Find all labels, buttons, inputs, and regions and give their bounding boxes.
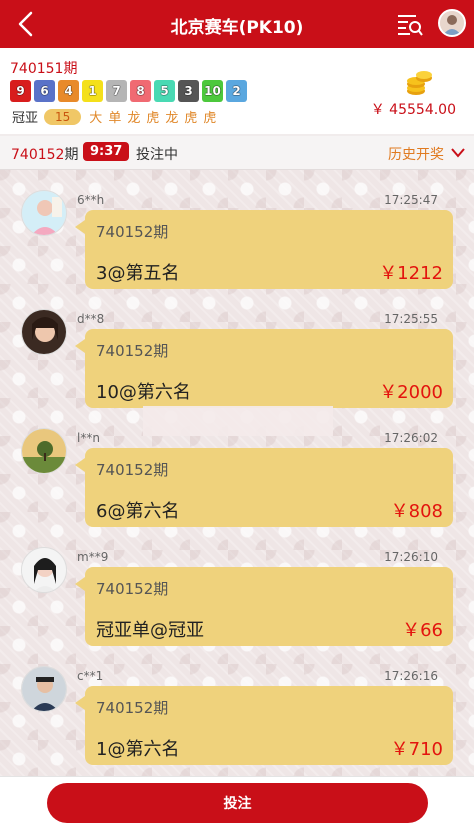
username: l**n: [77, 431, 100, 445]
username: m**9: [77, 550, 109, 564]
message-time: 17:25:47: [384, 193, 438, 207]
result-tag: 龙: [165, 111, 179, 126]
bet-amount: ￥808: [390, 501, 443, 522]
bet-amount: ￥66: [402, 620, 443, 641]
user-avatar[interactable]: [21, 190, 67, 236]
user-avatar[interactable]: [21, 428, 67, 474]
bet-amount: ￥1212: [379, 263, 443, 284]
result-tag: 大: [89, 111, 103, 126]
top-nav-bar: 北京赛车(PK10): [0, 0, 474, 48]
chat-message: 6**h 17:25:47 740152期 3@第五名 ￥1212: [0, 170, 474, 289]
bet-bubble: 740152期 10@第六名 ￥2000: [75, 329, 453, 408]
result-tags: 大 单 龙 虎 龙 虎 虎: [89, 107, 216, 126]
result-balls: 9 6 4 1 7 8 5 3 10 2: [10, 80, 247, 102]
message-time: 17:26:16: [384, 669, 438, 683]
username: d**8: [77, 312, 105, 326]
coins-icon: [407, 71, 432, 95]
bet-content: 冠亚单@冠亚: [96, 620, 204, 641]
bet-bubble: 740152期 3@第五名 ￥1212: [75, 210, 453, 289]
user-avatar[interactable]: [21, 547, 67, 593]
bet-content: 3@第五名: [96, 263, 180, 284]
bet-bubble: 740152期 冠亚单@冠亚 ￥66: [75, 567, 453, 646]
result-ball: 5: [154, 80, 175, 102]
bet-amount: ￥2000: [379, 382, 443, 403]
betting-status: 投注中: [136, 147, 178, 163]
stats-label: 冠亚: [12, 111, 39, 126]
bet-period: 740152期: [96, 342, 169, 360]
current-period-bar: 740152期 9:37 投注中 历史开奖: [0, 136, 474, 170]
result-tag: 虎: [184, 111, 198, 126]
user-avatar[interactable]: [21, 666, 67, 712]
username: c**1: [77, 669, 104, 683]
list-search-icon[interactable]: [396, 11, 424, 37]
sum-badge: 15: [44, 108, 82, 125]
result-tag: 虎: [203, 111, 217, 126]
bet-button[interactable]: 投注: [47, 783, 428, 823]
result-ball: 3: [178, 80, 199, 102]
history-link[interactable]: 历史开奖: [388, 144, 444, 164]
balance: ￥ 45554.00: [370, 102, 456, 118]
bet-content: 1@第六名: [96, 739, 180, 760]
result-ball: 6: [34, 80, 55, 102]
bet-chat-feed[interactable]: 6**h 17:25:47 740152期 3@第五名 ￥1212 d**8 1…: [0, 170, 474, 776]
footer-bar: 投注: [0, 776, 474, 826]
bet-period: 740152期: [96, 580, 169, 598]
chat-message: c**1 17:26:16 740152期 1@第六名 ￥710: [0, 646, 474, 765]
result-ball: 9: [10, 80, 31, 102]
result-ball: 7: [106, 80, 127, 102]
bet-amount: ￥710: [390, 739, 443, 760]
user-avatar[interactable]: [21, 309, 67, 355]
result-ball: 1: [82, 80, 103, 102]
bet-bubble: 740152期 6@第六名 ￥808: [75, 448, 453, 527]
result-ball: 4: [58, 80, 79, 102]
message-time: 17:26:10: [384, 550, 438, 564]
countdown-timer: 9:37: [83, 142, 130, 161]
message-time: 17:25:55: [384, 312, 438, 326]
result-tag: 虎: [146, 111, 160, 126]
avatar[interactable]: [438, 9, 466, 37]
chat-message: d**8 17:25:55 740152期 10@第六名 ￥2000: [0, 289, 474, 408]
result-stats: 冠亚 15 大 单 龙 虎 龙 虎 虎: [12, 107, 216, 126]
bet-content: 6@第六名: [96, 501, 180, 522]
current-period-number: 740152: [11, 147, 65, 163]
bet-period: 740152期: [96, 223, 169, 241]
result-tag: 龙: [127, 111, 141, 126]
result-tag: 单: [108, 111, 122, 126]
bet-content: 10@第六名: [96, 382, 191, 403]
current-period: 740152期: [11, 144, 78, 164]
last-result-panel: 740151期 9 6 4 1 7 8 5 3 10 2 冠亚 15 大 单 龙…: [0, 48, 474, 134]
username: 6**h: [77, 193, 105, 207]
overlay-box: [143, 406, 333, 436]
period-suffix: 期: [64, 147, 79, 163]
chat-message: m**9 17:26:10 740152期 冠亚单@冠亚 ￥66: [0, 527, 474, 646]
result-ball: 2: [226, 80, 247, 102]
result-ball: 8: [130, 80, 151, 102]
bet-bubble: 740152期 1@第六名 ￥710: [75, 686, 453, 765]
chevron-down-icon[interactable]: [450, 146, 466, 160]
bet-period: 740152期: [96, 699, 169, 717]
result-ball: 10: [202, 80, 223, 102]
last-period: 740151期: [10, 61, 78, 77]
message-time: 17:26:02: [384, 431, 438, 445]
bet-period: 740152期: [96, 461, 169, 479]
